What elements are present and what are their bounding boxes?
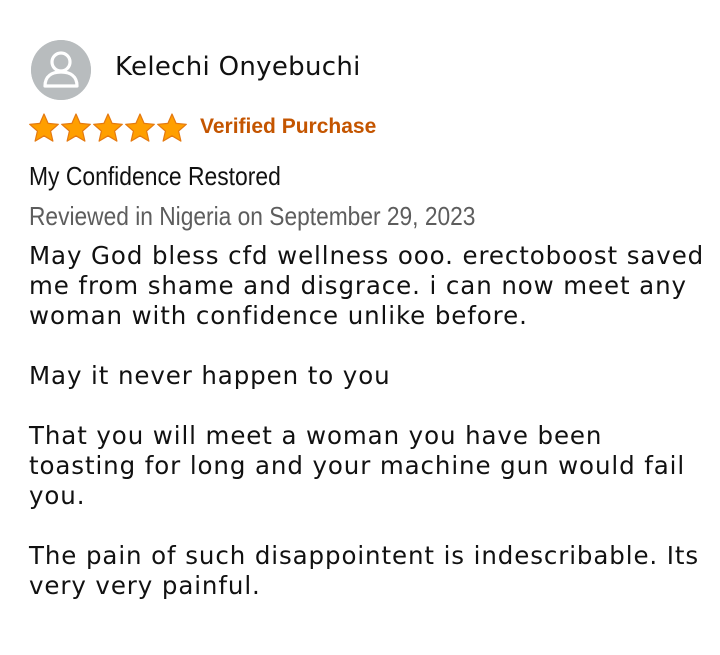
review-paragraph: The pain of such disappointent is indesc…	[29, 541, 700, 600]
star-filled-icon	[125, 113, 155, 142]
star-filled-icon	[29, 113, 59, 142]
star-filled-icon	[93, 113, 123, 142]
star-filled-icon	[61, 113, 91, 142]
customer-review: Kelechi Onyebuchi Verified Purchase My C…	[0, 0, 720, 655]
review-title[interactable]: My Confidence Restored	[29, 161, 281, 192]
review-paragraph: May God bless cfd wellness ooo. erectobo…	[29, 241, 705, 330]
reviewer-name[interactable]: Kelechi Onyebuchi	[115, 52, 361, 82]
verified-purchase-badge: Verified Purchase	[200, 115, 377, 138]
review-paragraph: That you will meet a woman you have been…	[29, 421, 686, 510]
review-date-location: Reviewed in Nigeria on September 29, 202…	[29, 201, 476, 231]
star-rating[interactable]	[28, 112, 188, 144]
user-silhouette-icon	[31, 40, 91, 100]
user-avatar-icon[interactable]	[31, 40, 91, 100]
star-filled-icon	[157, 113, 187, 142]
review-paragraph: May it never happen to you	[29, 361, 391, 390]
review-body: May God bless cfd wellness ooo. erectobo…	[29, 241, 709, 601]
